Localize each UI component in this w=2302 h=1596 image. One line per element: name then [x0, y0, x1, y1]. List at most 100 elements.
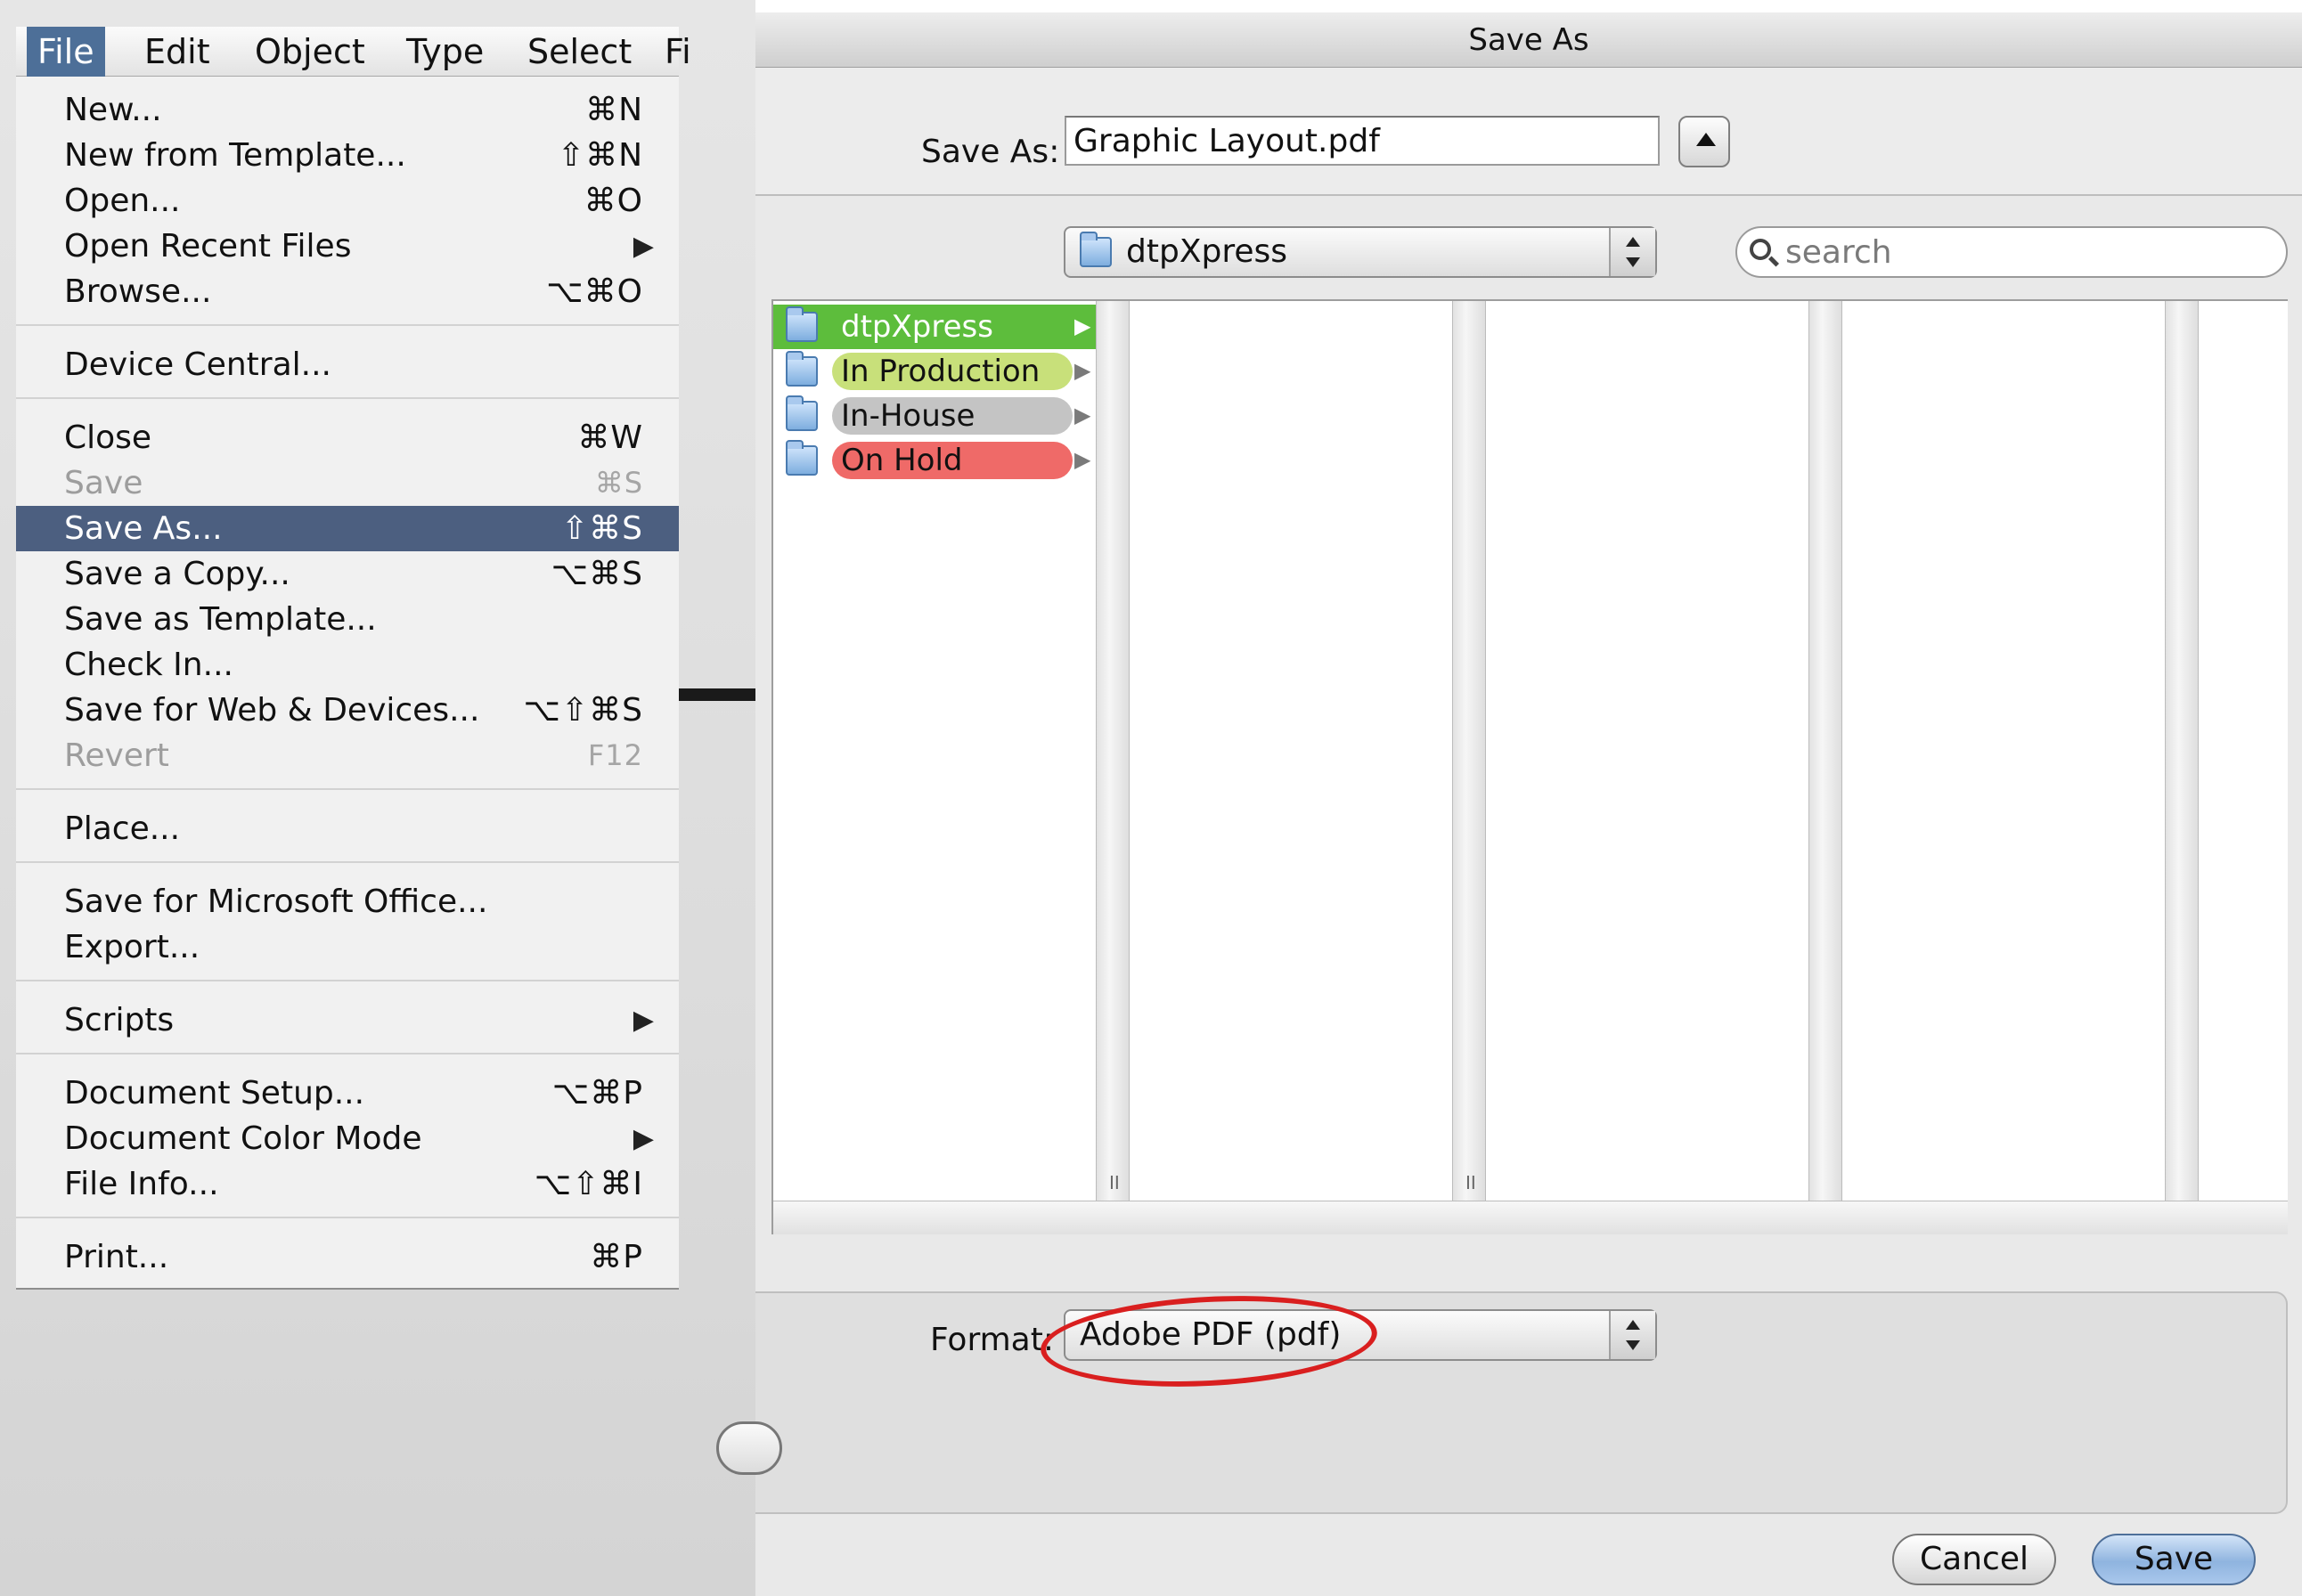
menu-bar: File Edit Object Type Select Fi	[16, 27, 691, 77]
location-popup[interactable]: dtpXpress	[1064, 226, 1657, 278]
triangle-up-icon	[1696, 133, 1716, 146]
browser-column[interactable]: dtpXpress ▶ In Production ▶ In-House ▶ O…	[773, 301, 1096, 1201]
folder-row-in-house[interactable]: In-House ▶	[773, 394, 1096, 438]
folder-row-dtpxpress[interactable]: dtpXpress ▶	[773, 305, 1096, 349]
menu-item-save-for-office[interactable]: Save for Microsoft Office...	[16, 879, 679, 924]
menu-item-open-recent[interactable]: Open Recent Files ▶	[16, 224, 679, 269]
folder-label: In-House	[832, 397, 1073, 435]
save-as-dialog: Save As Save As: dtpXpress dtpXpress ▶ I…	[716, 12, 2302, 1596]
file-menu-dropdown: New... ⌘N New from Template... ⇧⌘N Open...…	[16, 77, 679, 1290]
search-field[interactable]	[1735, 226, 2288, 278]
cancel-button[interactable]: Cancel	[1892, 1534, 2056, 1585]
menu-select[interactable]: Select	[517, 27, 642, 77]
shortcut: ⌘W	[577, 419, 643, 456]
resize-grip-icon: II	[1109, 1172, 1120, 1193]
search-icon	[1750, 239, 1771, 260]
column-browser[interactable]: dtpXpress ▶ In Production ▶ In-House ▶ O…	[771, 299, 2288, 1234]
menu-file[interactable]: File	[27, 27, 105, 77]
expand-collapse-button[interactable]	[1678, 116, 1730, 167]
menu-filter[interactable]: Fi	[654, 27, 702, 77]
search-input[interactable]	[1784, 232, 2265, 273]
submenu-arrow-icon: ▶	[633, 231, 654, 262]
filename-input[interactable]	[1065, 116, 1660, 166]
disclosure-arrow-icon: ▶	[1074, 358, 1091, 383]
menu-edit[interactable]: Edit	[134, 27, 221, 77]
shortcut: ⌥⌘O	[546, 273, 643, 310]
folder-label: In Production	[832, 353, 1073, 390]
menu-item-open[interactable]: Open... ⌘O	[16, 178, 679, 224]
folder-icon	[786, 395, 818, 431]
menu-item-device-central[interactable]: Device Central...	[16, 342, 679, 387]
menu-type[interactable]: Type	[396, 27, 494, 77]
shortcut: ⌘O	[584, 183, 643, 219]
menu-item-file-info[interactable]: File Info... ⌥⇧⌘I	[16, 1161, 679, 1207]
shortcut: ⇧⌘S	[560, 510, 643, 547]
connector-line	[679, 688, 755, 701]
resize-grip-icon: II	[1465, 1172, 1476, 1193]
submenu-arrow-icon: ▶	[633, 1123, 654, 1154]
column-resizer[interactable]	[1808, 301, 1842, 1201]
menu-item-save: Save ⌘S	[16, 460, 679, 506]
horizontal-scrollbar[interactable]	[773, 1201, 2288, 1234]
menu-item-scripts[interactable]: Scripts ▶	[16, 998, 679, 1043]
shortcut: ⌥⌘P	[551, 1075, 643, 1112]
column-resizer[interactable]: II	[1452, 301, 1486, 1201]
disclosure-arrow-icon: ▶	[1074, 314, 1091, 338]
menu-separator	[16, 397, 679, 399]
menu-item-new[interactable]: New... ⌘N	[16, 87, 679, 133]
menu-item-close[interactable]: Close ⌘W	[16, 415, 679, 460]
menu-item-document-setup[interactable]: Document Setup... ⌥⌘P	[16, 1071, 679, 1116]
menu-separator	[16, 861, 679, 863]
menu-separator	[16, 980, 679, 981]
disclosure-arrow-icon: ▶	[1074, 447, 1091, 472]
folder-label: dtpXpress	[841, 309, 993, 345]
menu-item-save-for-web[interactable]: Save for Web & Devices... ⌥⇧⌘S	[16, 688, 679, 733]
folder-label: On Hold	[832, 442, 1073, 479]
menu-item-export[interactable]: Export...	[16, 924, 679, 970]
menu-object[interactable]: Object	[244, 27, 376, 77]
shortcut: ⌘N	[585, 92, 643, 128]
menu-item-save-as-template[interactable]: Save as Template...	[16, 597, 679, 642]
folder-icon	[786, 351, 818, 387]
disclosure-arrow-icon: ▶	[1074, 403, 1091, 428]
save-as-label: Save As:	[921, 134, 1060, 170]
shortcut: ⇧⌘N	[557, 137, 643, 174]
shortcut: ⌥⇧⌘I	[534, 1166, 643, 1202]
dialog-titlebar: Save As	[755, 12, 2302, 68]
menu-separator	[16, 1053, 679, 1054]
shortcut: ⌘S	[594, 466, 643, 500]
shortcut: ⌥⌘S	[551, 556, 643, 592]
folder-row-on-hold[interactable]: On Hold ▶	[773, 438, 1096, 483]
partial-button[interactable]	[716, 1421, 782, 1475]
menu-item-print[interactable]: Print... ⌘P	[16, 1234, 679, 1280]
browser-column[interactable]	[1486, 301, 1808, 1201]
location-popup-label: dtpXpress	[1126, 233, 1288, 270]
dialog-title: Save As	[1468, 22, 1589, 58]
menu-item-browse[interactable]: Browse... ⌥⌘O	[16, 269, 679, 314]
application-menu-area: File Edit Object Type Select Fi New... ⌘N…	[0, 0, 755, 1596]
menu-item-place[interactable]: Place...	[16, 806, 679, 851]
column-resizer[interactable]	[2165, 301, 2199, 1201]
menu-item-save-as[interactable]: Save As... ⇧⌘S	[16, 506, 679, 551]
shortcut: ⌘P	[590, 1239, 643, 1275]
browser-column[interactable]	[1130, 301, 1452, 1201]
menu-item-revert: Revert F12	[16, 733, 679, 778]
popup-arrows-icon	[1609, 228, 1655, 276]
menu-item-new-from-template[interactable]: New from Template... ⇧⌘N	[16, 133, 679, 178]
menu-separator	[16, 788, 679, 790]
column-resizer[interactable]: II	[1096, 301, 1130, 1201]
browser-column[interactable]	[2199, 301, 2288, 1201]
folder-icon	[1080, 232, 1112, 267]
folder-icon	[786, 440, 818, 476]
menu-item-check-in[interactable]: Check In...	[16, 642, 679, 688]
menu-separator	[16, 324, 679, 326]
folder-row-in-production[interactable]: In Production ▶	[773, 349, 1096, 394]
menu-separator	[16, 1217, 679, 1218]
menu-item-document-color-mode[interactable]: Document Color Mode ▶	[16, 1116, 679, 1161]
save-button[interactable]: Save	[2092, 1534, 2256, 1585]
browser-column[interactable]	[1842, 301, 2165, 1201]
folder-icon	[786, 306, 818, 342]
submenu-arrow-icon: ▶	[633, 1005, 654, 1036]
shortcut: ⌥⇧⌘S	[523, 692, 643, 729]
menu-item-save-a-copy[interactable]: Save a Copy... ⌥⌘S	[16, 551, 679, 597]
